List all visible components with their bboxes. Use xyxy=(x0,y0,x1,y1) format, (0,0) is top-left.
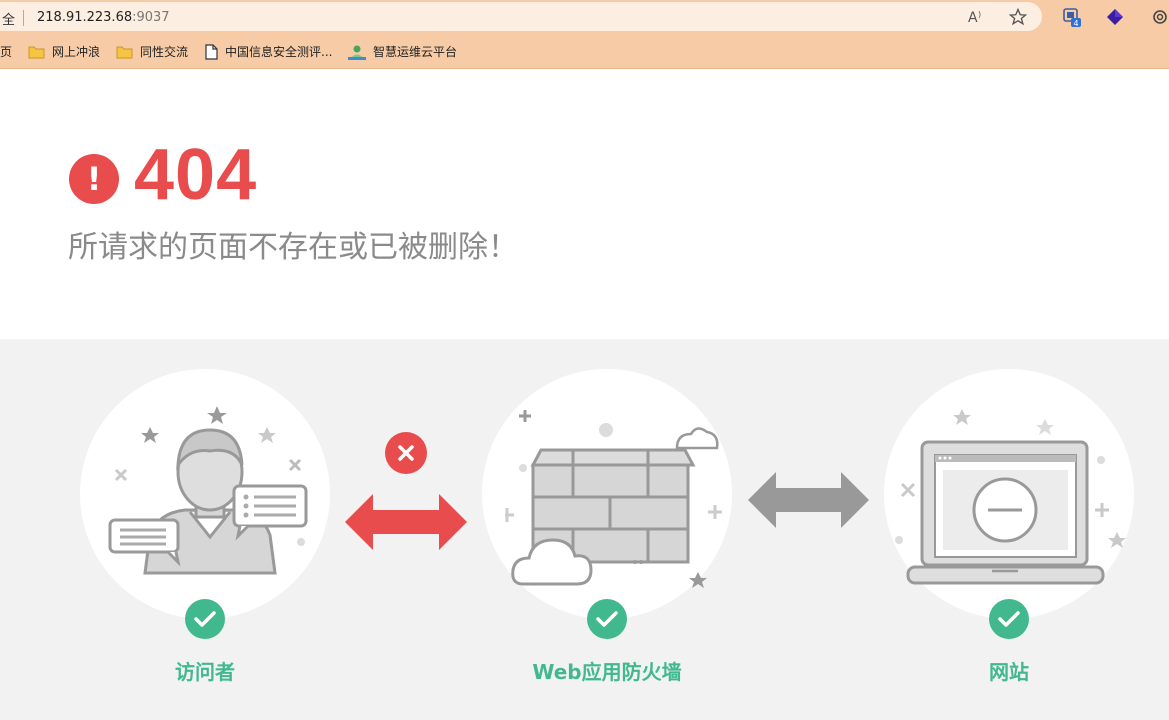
extension-diamond-icon[interactable] xyxy=(1104,6,1126,28)
blocked-arrow-icon xyxy=(345,494,467,550)
url-text[interactable]: 218.91.223.68:9037 xyxy=(37,10,170,25)
svg-text:A: A xyxy=(968,10,978,25)
settings-gear-icon[interactable] xyxy=(1149,6,1169,28)
bookmark-folder-exchange[interactable]: 同性交流 xyxy=(116,43,188,60)
bookmark-page-security[interactable]: 中国信息安全测评... xyxy=(205,43,332,60)
page-icon xyxy=(205,43,218,60)
bookmark-home[interactable]: 页 xyxy=(0,43,12,60)
read-aloud-icon[interactable]: A) xyxy=(966,6,988,28)
favorite-star-icon[interactable] xyxy=(1007,6,1029,28)
blocked-x-icon xyxy=(385,432,427,474)
url-field[interactable]: 全 218.91.223.68:9037 xyxy=(0,2,1042,31)
error-code: 404 xyxy=(134,135,258,215)
website-icon xyxy=(895,409,1126,585)
website-label: 网站 xyxy=(989,660,1029,684)
address-separator xyxy=(23,10,24,26)
bookmark-site-ops[interactable]: 智慧运维云平台 xyxy=(348,43,457,60)
folder-icon xyxy=(116,45,133,59)
bookmarks-bar: 页 网上冲浪 同性交流 中国信息安全测评... 智慧运维云平台 xyxy=(0,33,1169,69)
bookmark-folder-surfing[interactable]: 网上冲浪 xyxy=(28,43,100,60)
security-label[interactable]: 全 xyxy=(2,9,15,28)
site-icon xyxy=(348,44,366,60)
address-bar: 全 218.91.223.68:9037 A) 4 xyxy=(0,0,1169,33)
extension-icon[interactable]: 4 xyxy=(1061,6,1083,28)
error-exclamation-icon: ! xyxy=(69,154,119,204)
visitor-label: 访问者 xyxy=(175,660,235,684)
folder-icon xyxy=(28,45,45,59)
firewall-check-icon xyxy=(587,599,627,639)
svg-text:4: 4 xyxy=(1074,19,1079,28)
allowed-arrow-icon xyxy=(748,472,869,528)
error-message: 所请求的页面不存在或已被删除！ xyxy=(68,230,518,265)
firewall-icon xyxy=(505,410,722,588)
visitor-check-icon xyxy=(185,599,225,639)
firewall-label: Web应用防火墙 xyxy=(532,660,682,684)
svg-text:): ) xyxy=(978,10,981,19)
visitor-icon xyxy=(108,406,308,575)
website-check-icon xyxy=(989,599,1029,639)
